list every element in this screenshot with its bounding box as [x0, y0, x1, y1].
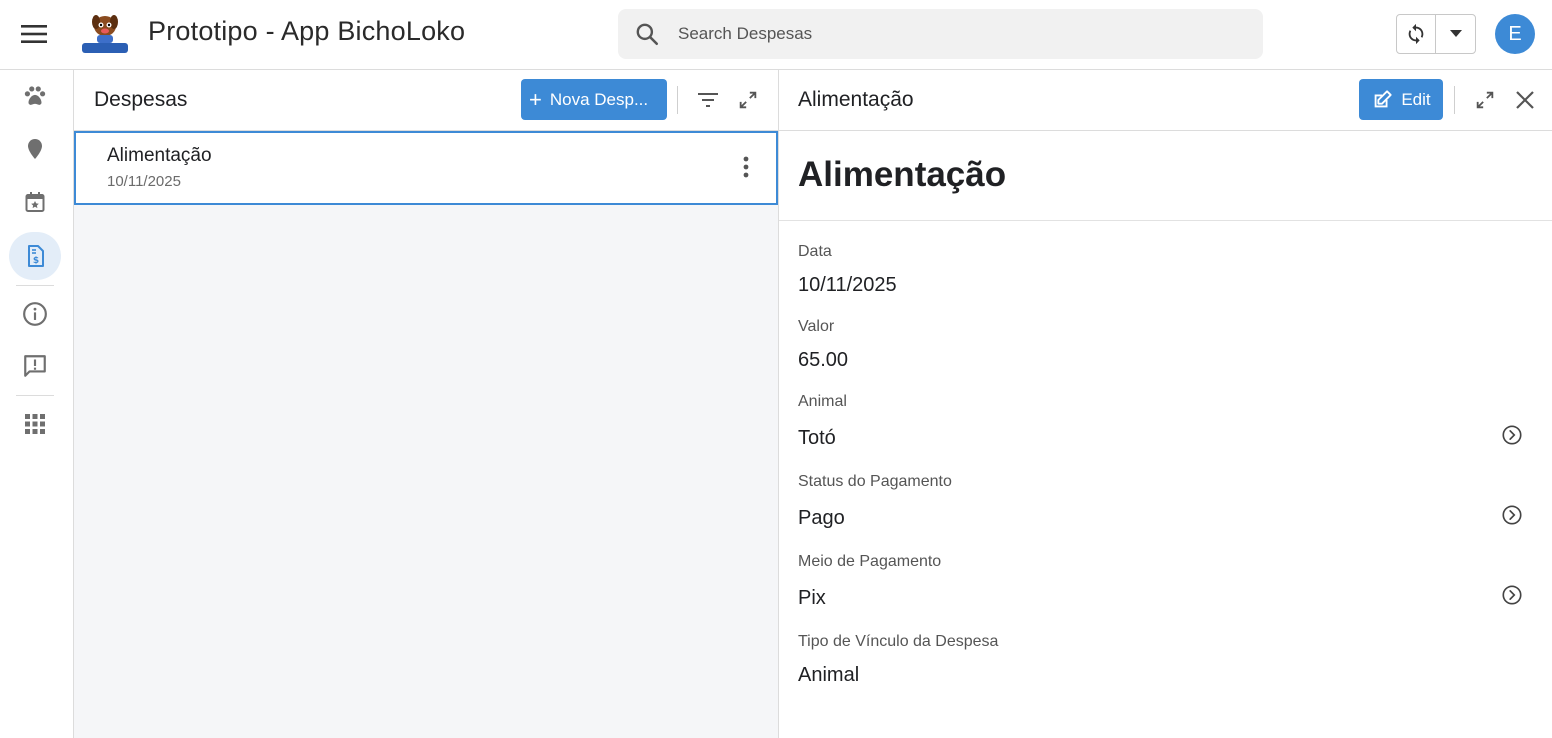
- field-label-status: Status do Pagamento: [798, 473, 952, 490]
- edit-button[interactable]: Edit: [1359, 79, 1443, 120]
- list-panel: Despesas + Nova Desp... Alimentação 10/1…: [74, 70, 779, 738]
- field-label-tipo: Tipo de Vínculo da Despesa: [798, 633, 999, 650]
- rail-item-animals[interactable]: [9, 72, 61, 120]
- toolbar-divider: [1454, 86, 1455, 114]
- field-value-meio: Pix: [798, 587, 826, 609]
- edit-icon: [1375, 89, 1392, 107]
- detail-divider: [779, 220, 1552, 221]
- invoice-dollar-icon: $: [28, 245, 44, 267]
- sync-button-group: [1396, 14, 1476, 54]
- plus-icon: +: [529, 86, 542, 112]
- detail-panel: Alimentação Edit Alimentação Data 10/11/…: [779, 70, 1552, 738]
- field-label-meio: Meio de Pagamento: [798, 553, 942, 570]
- location-pin-icon: [28, 139, 42, 159]
- list-item-title: Alimentação: [107, 145, 212, 166]
- top-app-bar: Prototipo - App BichoLoko E: [0, 0, 1552, 70]
- feedback-icon: [24, 355, 46, 377]
- svg-text:$: $: [33, 256, 39, 266]
- field-value-tipo: Animal: [798, 664, 860, 686]
- list-item-date: 10/11/2025: [107, 173, 181, 190]
- detail-header-title: Alimentação: [798, 88, 914, 111]
- rail-item-events[interactable]: [9, 178, 61, 226]
- rail-item-locations[interactable]: [9, 125, 61, 173]
- close-icon[interactable]: [1507, 82, 1543, 118]
- caret-down-icon[interactable]: [1436, 15, 1475, 53]
- toolbar-divider: [677, 86, 678, 114]
- search-bar[interactable]: [618, 9, 1263, 59]
- avatar[interactable]: E: [1495, 14, 1535, 54]
- info-icon: [23, 302, 47, 326]
- filter-icon[interactable]: [690, 82, 726, 118]
- app-title: Prototipo - App BichoLoko: [148, 16, 466, 46]
- expand-icon[interactable]: [1467, 82, 1503, 118]
- new-expense-button[interactable]: + Nova Desp...: [521, 79, 667, 120]
- field-value-valor: 65.00: [798, 349, 849, 371]
- detail-header: Alimentação Edit: [779, 70, 1552, 131]
- sync-icon[interactable]: [1397, 15, 1436, 53]
- field-label-valor: Valor: [798, 318, 835, 335]
- paw-icon: [24, 86, 46, 105]
- edit-label: Edit: [1401, 89, 1431, 109]
- menu-icon[interactable]: [14, 16, 54, 52]
- list-title: Despesas: [94, 88, 188, 111]
- rail-divider: [16, 285, 54, 286]
- more-vert-icon[interactable]: [730, 149, 762, 185]
- calendar-star-icon: [25, 192, 45, 212]
- rail-item-feedback[interactable]: [9, 342, 61, 390]
- field-value-animal: Totó: [798, 427, 836, 449]
- field-label-data: Data: [798, 243, 832, 260]
- nav-rail: $: [0, 70, 74, 738]
- detail-title: Alimentação: [798, 155, 1007, 194]
- app-logo: [80, 9, 130, 59]
- new-expense-label: Nova Desp...: [549, 89, 649, 109]
- rail-item-apps[interactable]: [9, 400, 61, 448]
- search-icon: [636, 23, 659, 46]
- search-input[interactable]: [678, 24, 1238, 44]
- field-label-animal: Animal: [798, 393, 847, 410]
- list-item[interactable]: Alimentação 10/11/2025: [74, 131, 778, 205]
- chevron-right-circle-icon[interactable]: [1500, 503, 1524, 527]
- rail-item-expenses[interactable]: $: [9, 232, 61, 280]
- field-value-data: 10/11/2025: [798, 274, 897, 296]
- field-value-status: Pago: [798, 507, 845, 529]
- list-header: Despesas + Nova Desp...: [74, 70, 778, 131]
- rail-divider: [16, 395, 54, 396]
- chevron-right-circle-icon[interactable]: [1500, 423, 1524, 447]
- expand-icon[interactable]: [730, 82, 766, 118]
- apps-grid-icon: [25, 414, 45, 434]
- chevron-right-circle-icon[interactable]: [1500, 583, 1524, 607]
- rail-item-about[interactable]: [9, 290, 61, 338]
